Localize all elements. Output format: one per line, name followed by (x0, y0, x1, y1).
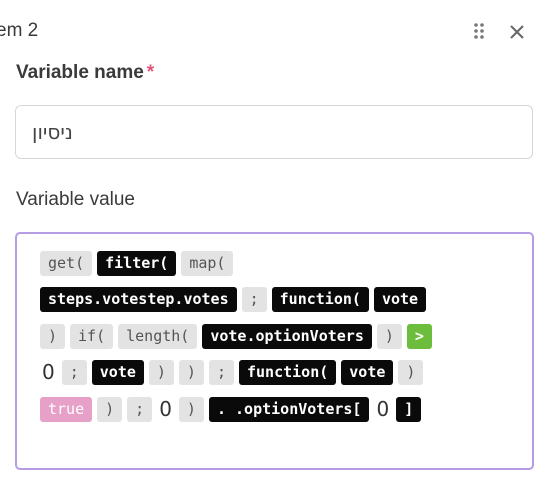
expression-line-5: true); 0). .optionVoters[0] (40, 396, 422, 422)
expression-token[interactable]: ) (178, 359, 204, 385)
drag-dots-icon[interactable] (471, 21, 487, 41)
variable-name-label-text: Variable name (16, 62, 144, 83)
expression-token[interactable]: map( (181, 250, 234, 276)
expression-token[interactable]: if( (70, 323, 114, 349)
variable-name-value: ניסיון (32, 120, 73, 144)
expression-line-4: 0; vote)); function(vote) (40, 359, 424, 385)
expression-token[interactable]: ) (40, 323, 66, 349)
expression-token[interactable]: length( (118, 323, 198, 349)
expression-token[interactable]: vote (91, 359, 144, 385)
expression-literal: 0 (376, 397, 390, 421)
expression-token[interactable]: ) (97, 396, 123, 422)
expression-token[interactable]: ; (61, 359, 87, 385)
expression-token[interactable]: ; (241, 286, 267, 312)
item-header: em 2 (0, 14, 560, 46)
expression-token[interactable]: function( (238, 359, 337, 385)
expression-token[interactable]: get( (40, 250, 93, 276)
expression-token[interactable]: ) (148, 359, 174, 385)
variable-name-label: Variable name * (16, 62, 154, 84)
expression-token[interactable]: filter( (97, 250, 177, 276)
expression-token[interactable]: ) (376, 323, 402, 349)
expression-line-3: ) if(length(vote.optionVoters) > (40, 323, 432, 349)
item-title: em 2 (0, 20, 39, 41)
expression-token[interactable]: vote (373, 286, 427, 312)
required-marker: * (146, 62, 155, 83)
expression-token[interactable]: ; (127, 396, 153, 422)
expression-line-1: get(filter(map( (40, 250, 234, 276)
expression-literal: 0 (42, 360, 55, 384)
panel-edge (544, 0, 560, 503)
expression-token[interactable]: steps.votestep.votes (40, 286, 237, 312)
expression-token[interactable]: ) (178, 396, 204, 422)
expression-token[interactable]: vote (341, 359, 394, 385)
expression-token[interactable]: true (40, 396, 93, 422)
expression-token[interactable]: ) (398, 359, 424, 385)
expression-token[interactable]: ; (208, 359, 234, 385)
expression-token[interactable]: . .optionVoters[ (208, 396, 370, 422)
variable-value-label: Variable value (16, 189, 136, 210)
close-icon[interactable] (506, 21, 528, 43)
expression-literal: 0 (159, 397, 172, 421)
expression-token[interactable]: function( (271, 286, 369, 312)
variable-name-input[interactable]: ניסיון (15, 105, 533, 159)
expression-token[interactable]: ] (396, 396, 422, 422)
expression-line-2: steps.votestep.votes; function(vote (40, 286, 427, 312)
expression-token[interactable]: > (406, 323, 432, 349)
variable-value-editor[interactable]: get(filter(map( steps.votestep.votes; fun… (15, 232, 534, 470)
expression-token[interactable]: vote.optionVoters (202, 323, 372, 349)
